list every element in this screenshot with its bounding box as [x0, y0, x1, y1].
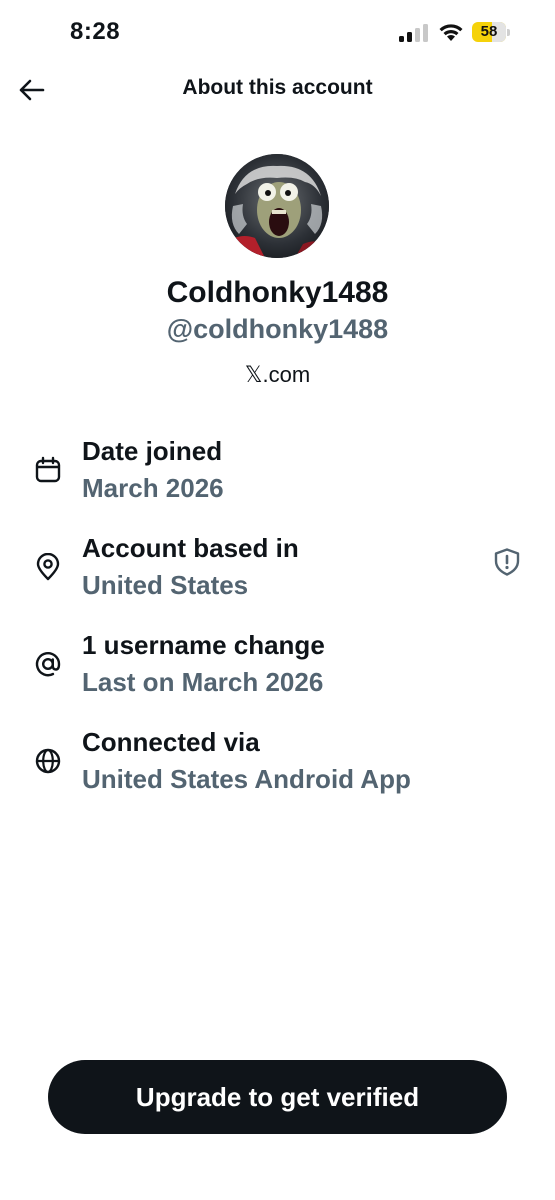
info-title: Date joined: [82, 436, 223, 466]
avatar-image: [225, 154, 329, 258]
page-title: About this account: [182, 76, 373, 99]
battery-cap: [507, 29, 510, 36]
info-value: United States: [82, 570, 249, 600]
x-com-link[interactable]: 𝕏.com: [0, 362, 555, 388]
display-name: Coldhonky1488: [166, 276, 389, 309]
info-value: March 2026: [82, 473, 224, 503]
status-time: 8:28: [70, 18, 121, 45]
battery-level: 58: [480, 23, 498, 40]
shield-alert-icon[interactable]: [492, 547, 522, 577]
info-title: Connected via: [82, 727, 260, 757]
status-bar: 8:28 58: [0, 0, 555, 66]
info-title: 1 username change: [82, 630, 325, 660]
signal-icon: [399, 24, 428, 42]
battery-icon: 58: [472, 22, 512, 42]
info-row-username-change: 1 username change Last on March 2026: [0, 630, 555, 706]
upgrade-to-verified-button[interactable]: Upgrade to get verified: [48, 1060, 507, 1134]
location-pin-icon: [36, 553, 60, 581]
at-sign-icon: [35, 652, 61, 677]
username-handle: @coldhonky1488: [166, 314, 389, 344]
info-row-connected-via: Connected via United States Android App: [0, 727, 555, 803]
wifi-icon: [439, 24, 463, 41]
calendar-icon: [35, 456, 61, 483]
info-row-account-based-in: Account based in United States: [0, 533, 555, 609]
avatar[interactable]: [225, 154, 329, 258]
info-value: Last on March 2026: [82, 667, 324, 697]
info-row-date-joined: Date joined March 2026: [0, 436, 555, 512]
info-title: Account based in: [82, 533, 299, 563]
info-value: United States Android App: [82, 764, 411, 794]
globe-icon: [35, 748, 61, 774]
